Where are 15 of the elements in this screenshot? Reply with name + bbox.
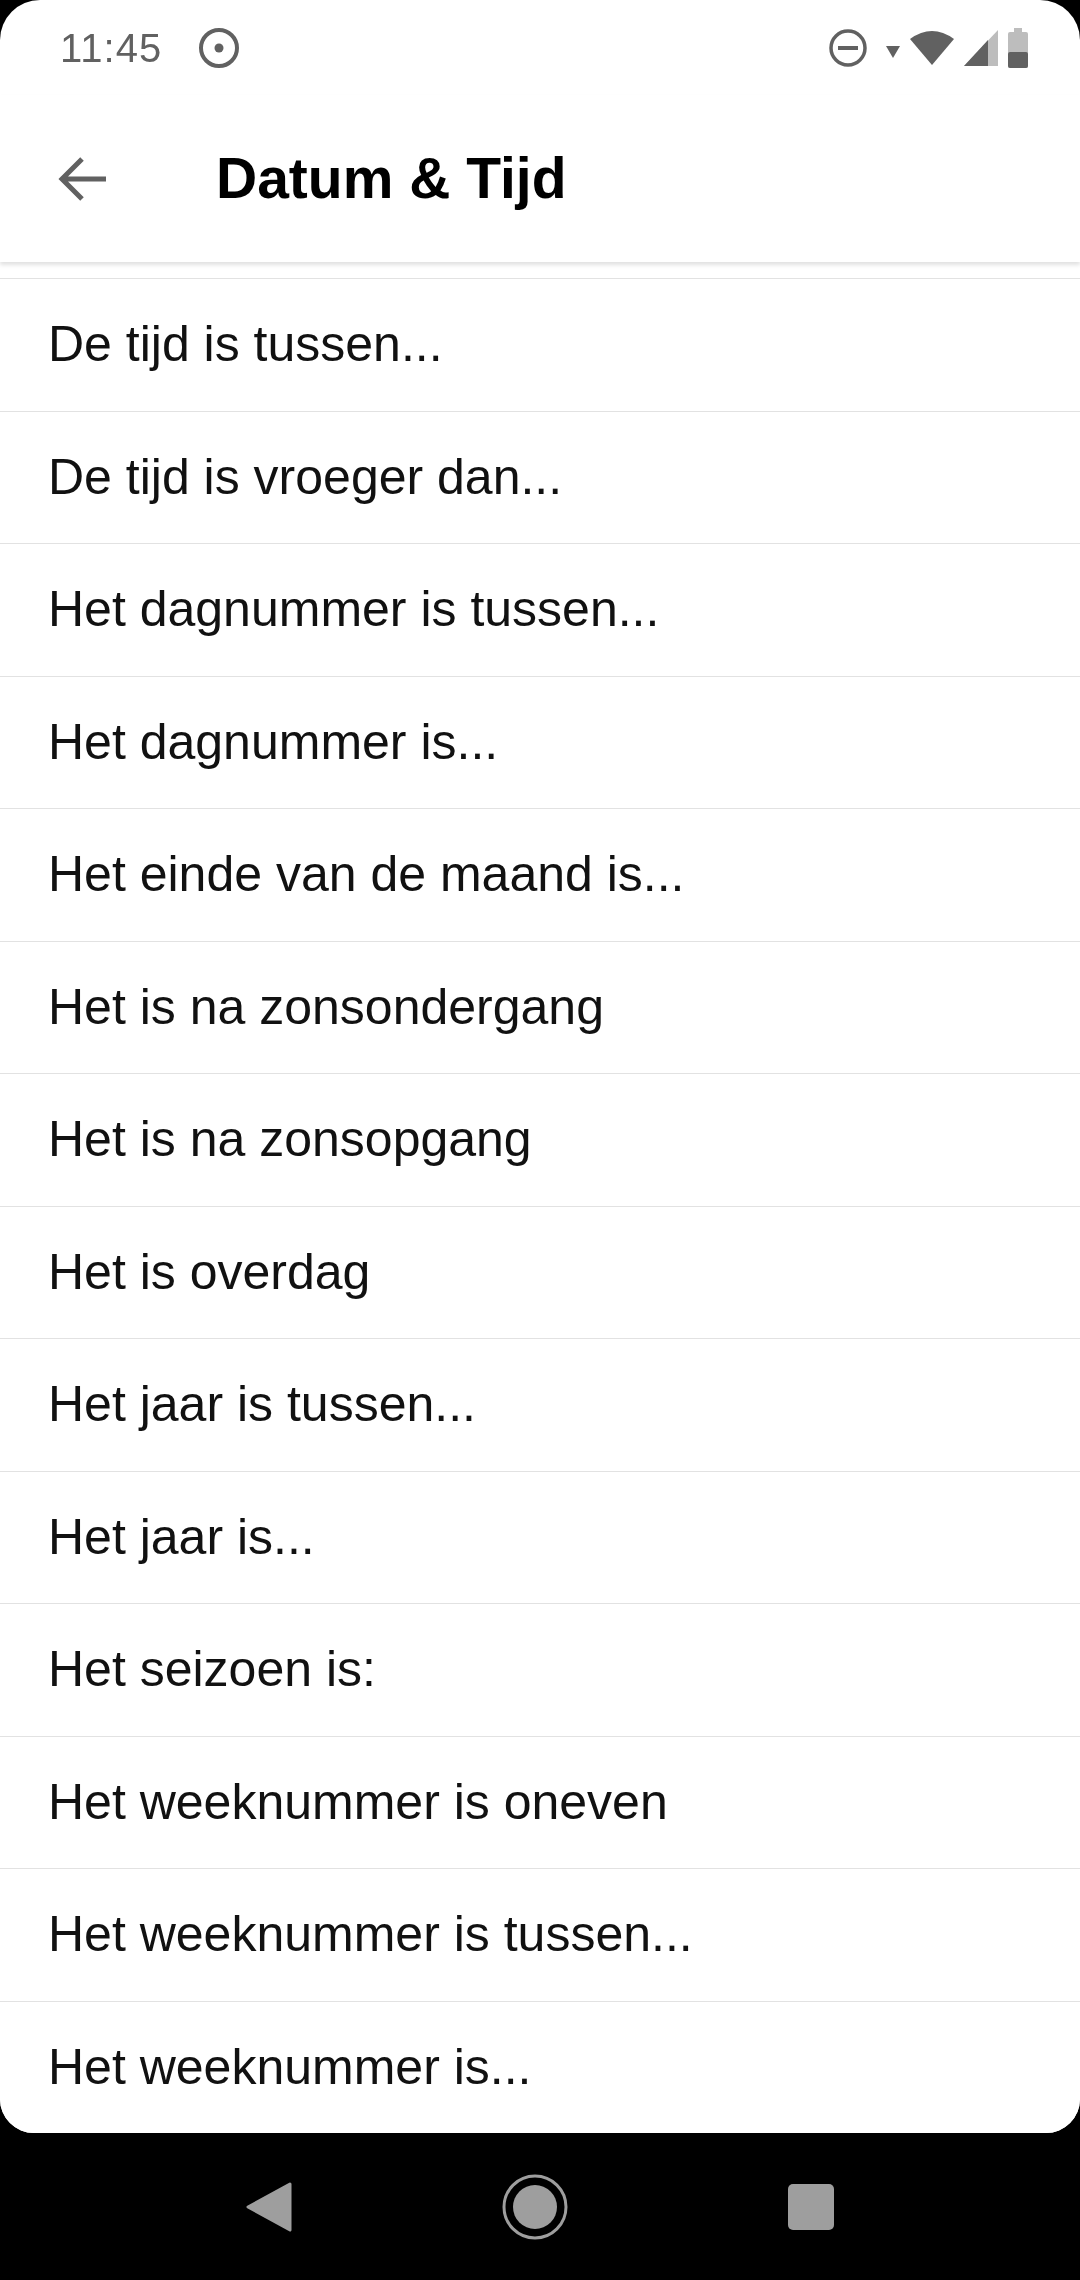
signal-icon: [964, 29, 998, 66]
circle-dot-icon: [198, 26, 241, 69]
wifi-icon: [910, 30, 954, 65]
nav-back-button[interactable]: [246, 2181, 292, 2232]
back-button[interactable]: [58, 155, 108, 202]
square-icon: [788, 2183, 834, 2230]
status-time: 11:45: [60, 27, 163, 68]
do-not-disturb-icon: [828, 27, 868, 68]
nav-recents-button[interactable]: [788, 2183, 834, 2230]
small-triangle-icon: [886, 45, 900, 58]
back-arrow-icon: [58, 155, 108, 202]
battery-icon: [1008, 27, 1028, 68]
nav-home-button[interactable]: [502, 2173, 568, 2240]
triangle-icon: [246, 2181, 292, 2232]
home-circle-icon: [502, 2173, 568, 2240]
